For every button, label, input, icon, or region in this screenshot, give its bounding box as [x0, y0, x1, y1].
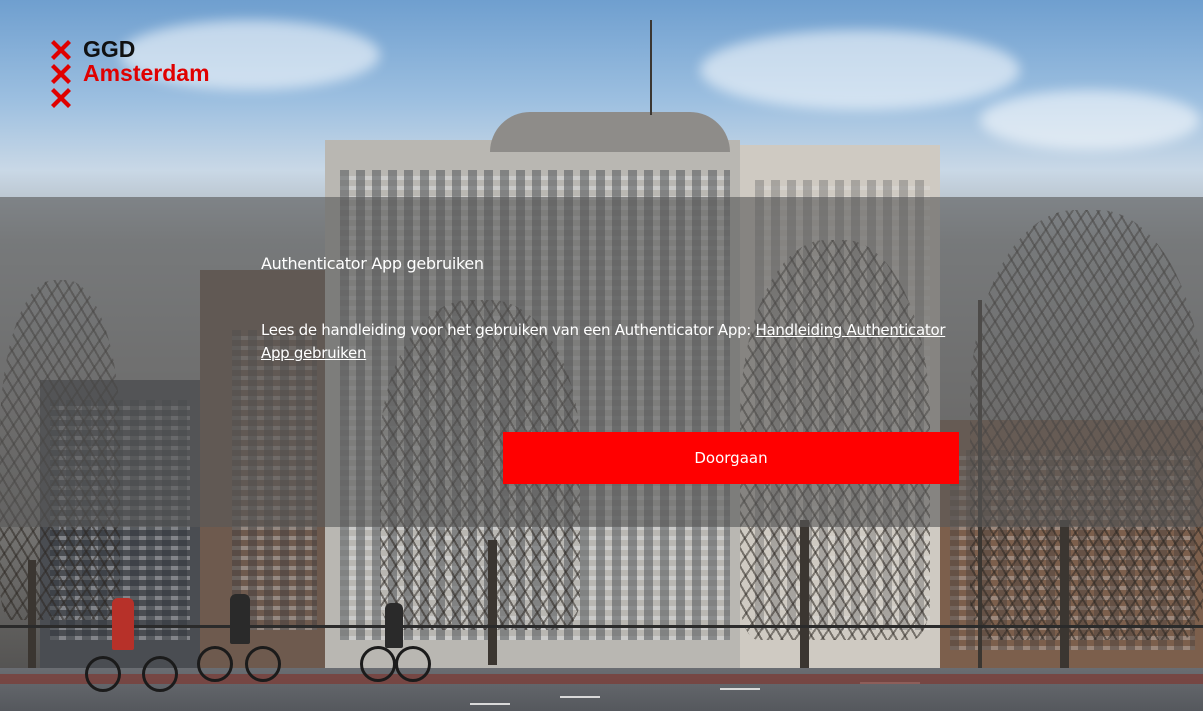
- panel-title: Authenticator App gebruiken: [261, 254, 484, 273]
- authenticator-panel: Authenticator App gebruiken Lees de hand…: [0, 197, 1203, 527]
- x-cross-icon: [51, 64, 71, 84]
- logo-text-amsterdam: Amsterdam: [83, 60, 210, 86]
- panel-instructions: Lees de handleiding voor het gebruiken v…: [261, 319, 951, 365]
- x-cross-icon: [51, 88, 71, 108]
- instructions-text: Lees de handleiding voor het gebruiken v…: [261, 321, 756, 339]
- x-cross-icon: [51, 40, 71, 60]
- continue-button[interactable]: Doorgaan: [503, 432, 959, 484]
- sign-in-page: GGD Amsterdam Authenticator App gebruike…: [0, 0, 1203, 711]
